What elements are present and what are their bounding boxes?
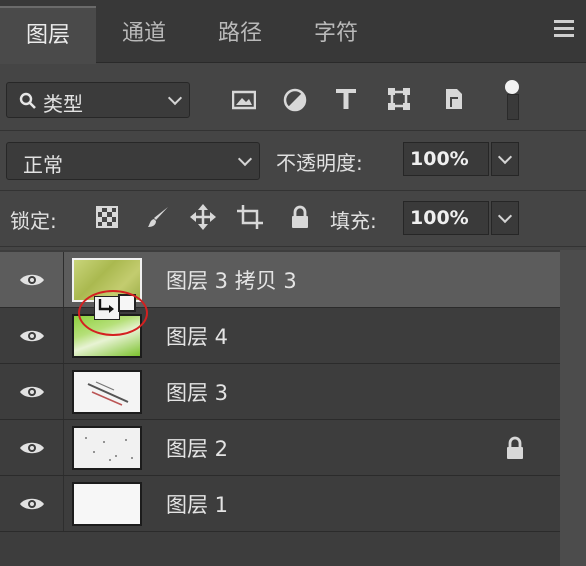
fill-label: 填充: [330,209,377,233]
layer-row[interactable]: 图层 3 [0,364,560,420]
visibility-toggle[interactable] [0,364,64,419]
layer-thumbnail[interactable] [72,482,142,526]
chevron-down-icon [237,151,253,167]
panel-menu-icon[interactable] [554,20,574,38]
eye-icon [19,386,44,397]
layer-name[interactable]: 图层 2 [166,433,228,463]
eye-icon [19,330,44,341]
lock-image-pixels-icon[interactable] [145,204,171,230]
divider [0,130,586,131]
blend-mode-value: 正常 [23,153,63,177]
layers-list: 图层 3 拷贝 3 图层 4 图层 3 图层 2 图层 1 [0,250,560,566]
visibility-toggle[interactable] [0,252,64,307]
layer-name[interactable]: 图层 3 拷贝 3 [166,265,297,295]
lock-all-icon[interactable] [287,204,313,230]
layer-name[interactable]: 图层 4 [166,321,228,351]
shape-layer-filter-icon[interactable] [386,86,412,112]
layer-name[interactable]: 图层 1 [166,489,228,519]
tab-channels[interactable]: 通道 [96,6,192,62]
layer-thumbnail[interactable] [72,370,142,414]
opacity-label: 不透明度: [276,151,363,175]
panel-tab-bar: 图层 通道 路径 字符 [0,0,586,64]
lock-transparent-pixels-icon[interactable] [94,204,120,230]
eye-icon [19,442,44,453]
layer-filter-dropdown[interactable]: 类型 [6,82,190,118]
fill-slider-toggle[interactable] [491,201,519,235]
tab-layers[interactable]: 图层 [0,6,96,64]
layer-row[interactable]: 图层 1 [0,476,560,532]
pixel-layer-filter-icon[interactable] [231,87,257,113]
eye-icon [19,274,44,285]
visibility-toggle[interactable] [0,420,64,475]
lock-position-icon[interactable] [190,204,216,230]
tab-paths[interactable]: 路径 [192,6,288,62]
visibility-toggle[interactable] [0,476,64,531]
divider [0,190,586,191]
eye-icon [19,498,44,509]
lock-artboard-icon[interactable] [237,204,263,230]
smart-object-filter-icon[interactable] [441,86,467,112]
filter-toggle-switch[interactable] [502,80,522,120]
tab-character[interactable]: 字符 [288,6,384,62]
layer-name[interactable]: 图层 3 [166,377,228,407]
opacity-input[interactable]: 100% [403,142,489,176]
divider [0,246,586,247]
layer-thumbnail[interactable] [72,426,142,470]
annotation-circle [78,290,148,336]
type-layer-filter-icon[interactable] [333,86,359,112]
layers-panel: 图层 通道 路径 字符 类型 正常 不透明度: 100% 锁定: 填充: 100… [0,0,586,566]
search-icon [19,92,36,109]
layer-row[interactable]: 图层 2 [0,420,560,476]
filter-kind-label: 类型 [43,92,83,116]
lock-icon [507,436,523,459]
visibility-toggle[interactable] [0,308,64,363]
lock-label: 锁定: [10,209,57,233]
adjustment-layer-filter-icon[interactable] [282,87,308,113]
fill-input[interactable]: 100% [403,201,489,235]
scrollbar[interactable] [560,250,586,566]
chevron-down-icon [167,90,183,106]
blend-mode-dropdown[interactable]: 正常 [6,142,260,180]
opacity-slider-toggle[interactable] [491,142,519,176]
